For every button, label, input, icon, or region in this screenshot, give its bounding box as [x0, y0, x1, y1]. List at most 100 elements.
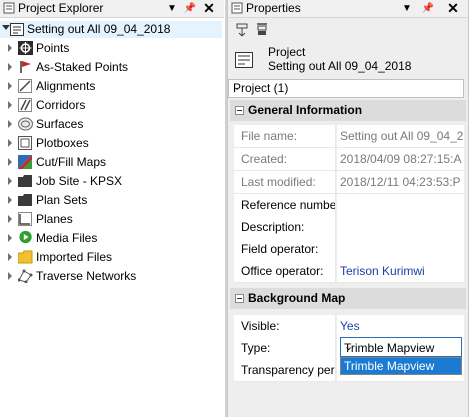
section-general-information[interactable]: General Information [230, 100, 466, 121]
close-icon[interactable]: ✕ [202, 0, 216, 17]
prop-row-office-operator[interactable]: Office operator: Terison Kurimwi [234, 260, 464, 283]
tree-root-label: Setting out All 09_04_2018 [27, 22, 171, 36]
expand-arrow-icon[interactable] [8, 63, 12, 71]
chevron-down-icon[interactable]: ⌄ [344, 340, 457, 353]
tree-item-plan-sets[interactable]: Plan Sets [0, 191, 222, 210]
prop-value-input[interactable] [337, 216, 464, 238]
object-selector-combo[interactable]: Project (1) ⌄ [228, 79, 464, 98]
tree-item-planes[interactable]: Planes [0, 210, 222, 229]
properties-icon [231, 2, 243, 14]
chevron-down-icon[interactable]: ▼ [165, 0, 179, 17]
tree-item-media-files[interactable]: Media Files [0, 229, 222, 248]
chevron-down-icon[interactable]: ▼ [400, 0, 414, 17]
expand-arrow-icon[interactable] [8, 139, 12, 147]
prop-name: Description: [234, 216, 336, 238]
tree-item-label: Plan Sets [36, 193, 88, 207]
visible-value[interactable]: Yes [337, 315, 464, 337]
tree-item-corridors[interactable]: Corridors [0, 96, 222, 115]
tree-item-plotboxes[interactable]: Plotboxes [0, 134, 222, 153]
collapse-arrow-icon[interactable] [2, 25, 10, 34]
prop-row-visible[interactable]: Visible: Yes [234, 315, 464, 338]
tree-item-label: Points [36, 41, 70, 55]
prop-name: Field operator: [234, 238, 336, 260]
expand-arrow-icon[interactable] [8, 272, 12, 280]
expand-arrow-icon[interactable] [8, 120, 12, 128]
tree-item-as-staked-points[interactable]: As-Staked Points [0, 58, 222, 77]
expand-arrow-icon[interactable] [8, 158, 12, 166]
tree-root-project[interactable]: Setting out All 09_04_2018 [0, 21, 222, 38]
tree-item-label: Surfaces [36, 117, 84, 131]
pin-icon[interactable]: 📌 [183, 0, 197, 17]
selection-name: Setting out All 09_04_2018 [268, 59, 412, 73]
tree-item-imported-files[interactable]: Imported Files [0, 248, 222, 267]
prop-name: File name: [234, 125, 336, 147]
alignment-icon [18, 79, 32, 93]
close-icon[interactable]: ✕ [446, 0, 460, 17]
expand-arrow-icon[interactable] [8, 234, 12, 242]
plane-icon [18, 212, 32, 226]
prop-name: Visible: [234, 315, 336, 337]
tree-item-label: Alignments [36, 79, 96, 93]
surface-icon [18, 117, 33, 131]
prop-value-input[interactable] [337, 238, 464, 260]
media-play-icon [19, 230, 32, 244]
selection-kind: Project [268, 45, 306, 59]
tree-item-label: Corridors [36, 98, 86, 112]
properties-toolbar [228, 19, 468, 41]
project-explorer-panel: Project Explorer ▼ 📌 ✕ Setting out All 0… [0, 0, 224, 417]
prop-row-field-operator[interactable]: Field operator: [234, 238, 464, 261]
prop-value-input[interactable]: Terison Kurimwi [337, 260, 464, 282]
tree-item-cut-fill-maps[interactable]: Cut/Fill Maps [0, 153, 222, 172]
prop-row-reference-number[interactable]: Reference number: [234, 194, 464, 217]
tree-item-job-site[interactable]: Job Site - KPSX [0, 172, 222, 191]
prop-row-last-modified[interactable]: Last modified: 2018/12/11 04:23:53:P [234, 171, 464, 194]
prop-name: Last modified: [234, 171, 336, 193]
sort-categorized-icon[interactable] [235, 23, 249, 37]
expand-arrow-icon[interactable] [8, 44, 12, 52]
prop-row-created[interactable]: Created: 2018/04/09 08:27:15:A [234, 148, 464, 171]
map-type-select[interactable]: Trimble Mapview ⌄ [340, 337, 462, 357]
properties-panel: Properties ▼ 📌 ✕ Project Setting out All… [227, 0, 469, 417]
tree-item-label: Imported Files [36, 250, 113, 264]
tree-item-label: Job Site - KPSX [36, 174, 123, 188]
points-icon [18, 41, 33, 55]
tree-item-label: As-Staked Points [36, 60, 129, 74]
properties-title-bar: Properties ▼ 📌 ✕ [228, 0, 468, 18]
section-title: Background Map [248, 291, 346, 305]
prop-name: Transparency perc [234, 359, 336, 381]
map-type-option[interactable]: Trimble Mapview [341, 358, 461, 374]
tree-item-points[interactable]: Points [0, 39, 222, 58]
chevron-down-icon[interactable]: ⌄ [233, 82, 459, 93]
prop-value: Setting out All 09_04_2 [337, 125, 464, 147]
prop-row-file-name[interactable]: File name: Setting out All 09_04_2 [234, 125, 464, 148]
expand-arrow-icon[interactable] [8, 253, 12, 261]
tree-item-traverse-networks[interactable]: Traverse Networks [0, 267, 222, 286]
prop-name: Office operator: [234, 260, 336, 282]
expand-arrow-icon[interactable] [8, 177, 12, 185]
folder-icon [18, 194, 32, 206]
properties-title: Properties [246, 1, 301, 15]
prop-name: Reference number: [234, 194, 336, 216]
pin-icon[interactable]: 📌 [421, 0, 435, 17]
expand-arrow-icon[interactable] [8, 101, 12, 109]
folder-icon [18, 250, 33, 264]
collapse-icon[interactable] [235, 294, 244, 303]
tree-item-label: Plotboxes [36, 136, 89, 150]
tree-item-surfaces[interactable]: Surfaces [0, 115, 222, 134]
expand-arrow-icon[interactable] [8, 215, 12, 223]
selection-header: Project Setting out All 09_04_2018 [228, 42, 468, 78]
cutfill-map-icon [18, 155, 32, 169]
flag-icon [20, 61, 31, 73]
expand-arrow-icon[interactable] [8, 82, 12, 90]
project-icon [10, 23, 24, 36]
prop-row-description[interactable]: Description: [234, 216, 464, 239]
tree-item-alignments[interactable]: Alignments [0, 77, 222, 96]
section-background-map[interactable]: Background Map [230, 288, 466, 309]
expand-arrow-icon[interactable] [8, 196, 12, 204]
explorer-icon [3, 2, 15, 14]
prop-value-input[interactable] [337, 194, 464, 216]
sort-alphabetical-icon[interactable] [255, 23, 269, 37]
network-icon [18, 269, 33, 283]
prop-name: Created: [234, 148, 336, 170]
collapse-icon[interactable] [235, 106, 244, 115]
